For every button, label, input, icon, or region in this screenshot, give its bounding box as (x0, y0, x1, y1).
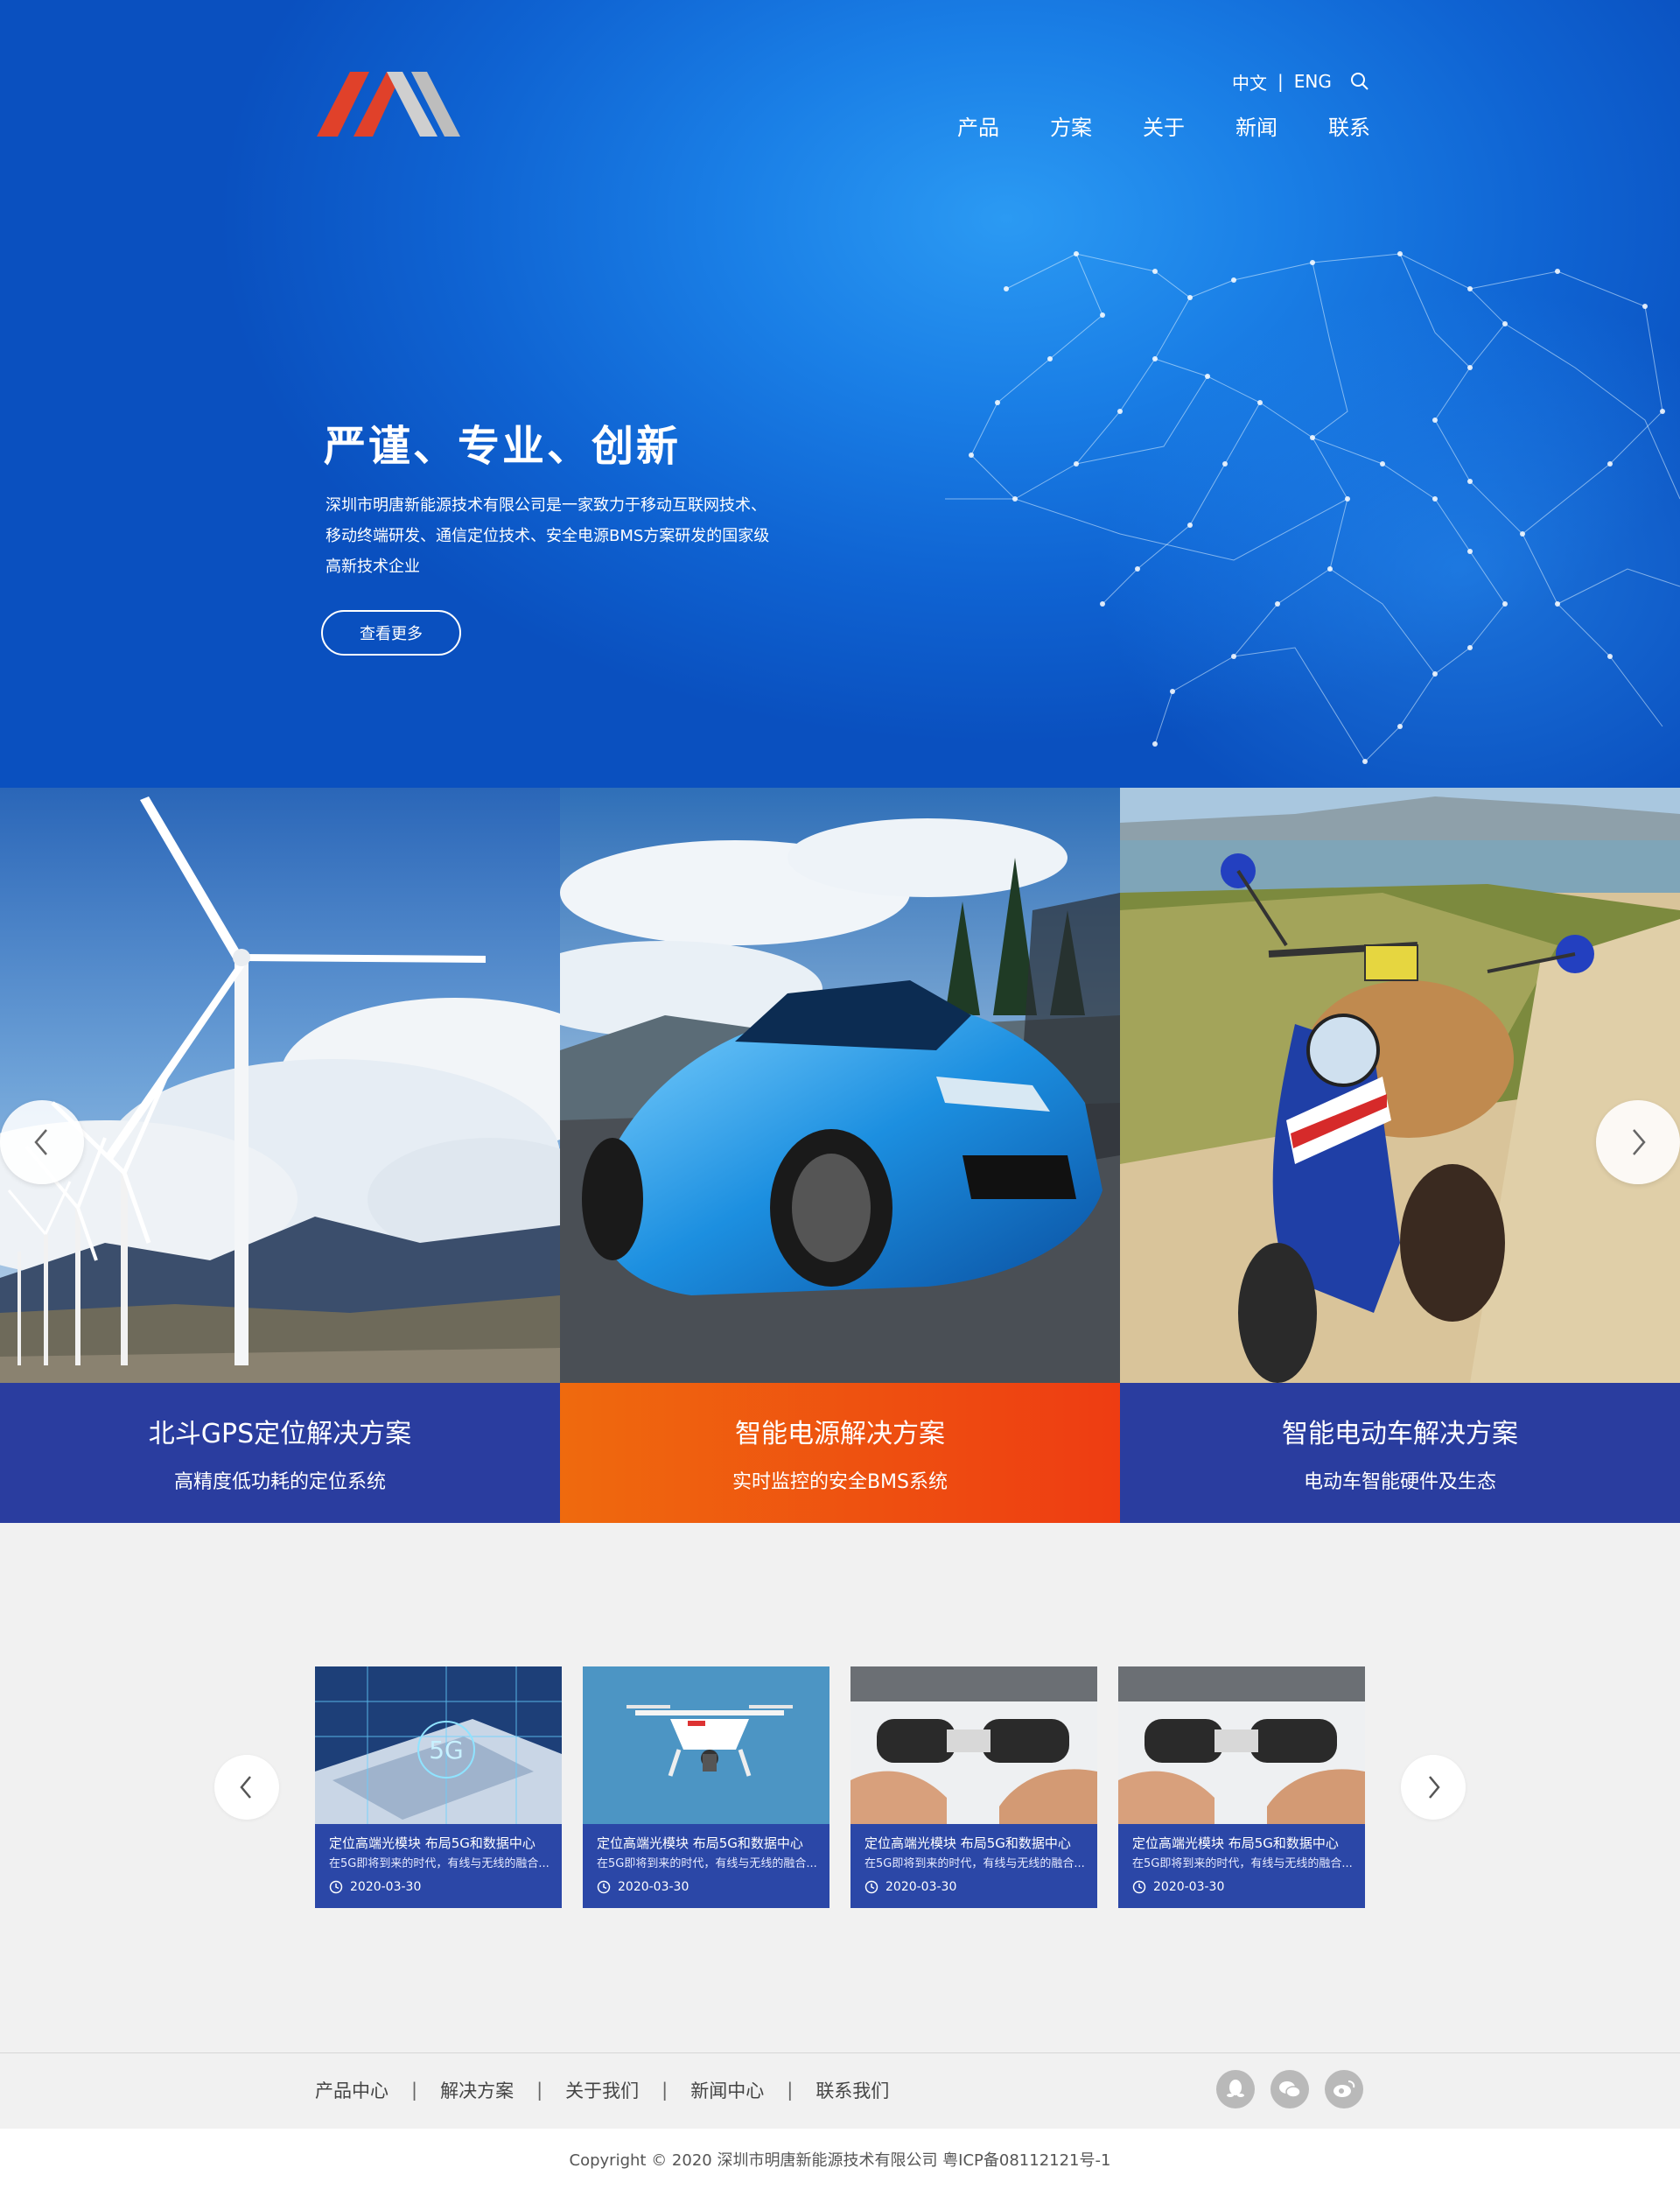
solutions-prev-button[interactable] (0, 1100, 84, 1184)
clock-icon (597, 1880, 611, 1894)
company-logo[interactable] (315, 68, 460, 138)
solution-subtitle: 实时监控的安全BMS系统 (732, 1471, 948, 1493)
clock-icon (1132, 1880, 1146, 1894)
nav-products[interactable]: 产品 (957, 110, 999, 145)
news-prev-button[interactable] (214, 1755, 279, 1820)
chevron-left-icon (34, 1129, 47, 1155)
chevron-right-icon (1633, 1129, 1646, 1155)
news-description: 在5G即将到来的时代，有线与无线的融合... (597, 1857, 817, 1870)
footer-link-solutions[interactable]: 解决方案 (440, 2077, 514, 2103)
clock-icon (329, 1880, 343, 1894)
solution-caption: 智能电动车解决方案 电动车智能硬件及生态 (1120, 1383, 1680, 1523)
wireframe-runner-graphic (945, 251, 1680, 764)
news-date: 2020-03-30 (597, 1880, 817, 1894)
solution-subtitle: 高精度低功耗的定位系统 (173, 1471, 386, 1493)
nav-solutions[interactable]: 方案 (1050, 110, 1092, 145)
lang-english[interactable]: ENG (1294, 71, 1332, 92)
news-date: 2020-03-30 (329, 1880, 550, 1894)
solution-title: 北斗GPS定位解决方案 (148, 1419, 412, 1449)
footer-separator: | (662, 2080, 668, 2101)
hero-title: 严谨、专业、创新 (324, 422, 682, 471)
news-thumbnail-5g: 5G (315, 1666, 562, 1824)
news-description: 在5G即将到来的时代，有线与无线的融合... (329, 1857, 550, 1870)
footer-link-products[interactable]: 产品中心 (315, 2077, 388, 2103)
news-title: 定位高端光模块 布局5G和数据中心 (597, 1835, 803, 1851)
news-card[interactable]: 5G 定位高端光模块 布局5G和数据中心 在5G即将到来的时代，有线与无线的融合… (315, 1666, 562, 1908)
copyright-text: Copyright © 2020 深圳市明唐新能源技术有限公司 粤ICP备081… (569, 2150, 1111, 2170)
news-thumbnail-drone (583, 1666, 830, 1824)
nav-about[interactable]: 关于 (1143, 110, 1185, 145)
copyright-bar: Copyright © 2020 深圳市明唐新能源技术有限公司 粤ICP备081… (0, 2129, 1680, 2189)
solutions-next-button[interactable] (1596, 1100, 1680, 1184)
news-card[interactable]: 定位高端光模块 布局5G和数据中心 在5G即将到来的时代，有线与无线的融合...… (583, 1666, 830, 1908)
qq-icon[interactable] (1216, 2070, 1255, 2108)
chevron-left-icon (240, 1776, 251, 1799)
footer-link-contact[interactable]: 联系我们 (816, 2077, 889, 2103)
search-icon[interactable] (1349, 71, 1370, 92)
news-next-button[interactable] (1401, 1755, 1466, 1820)
learn-more-button[interactable]: 查看更多 (321, 610, 461, 656)
news-title: 定位高端光模块 布局5G和数据中心 (329, 1835, 536, 1851)
news-thumbnail-charger (1118, 1666, 1365, 1824)
lang-chinese[interactable]: 中文 (1232, 69, 1267, 95)
lang-separator: | (1278, 71, 1284, 92)
news-date: 2020-03-30 (1132, 1880, 1353, 1894)
footer-separator: | (411, 2080, 418, 2101)
news-date-text: 2020-03-30 (350, 1880, 422, 1894)
news-date: 2020-03-30 (864, 1880, 1085, 1894)
chevron-right-icon (1429, 1776, 1440, 1799)
footer-link-news[interactable]: 新闻中心 (690, 2077, 764, 2103)
solution-card-ebike[interactable]: 智能电动车解决方案 电动车智能硬件及生态 (1120, 788, 1680, 1523)
news-title: 定位高端光模块 布局5G和数据中心 (864, 1835, 1071, 1851)
footer-nav: 产品中心 | 解决方案 | 关于我们 | 新闻中心 | 联系我们 (315, 2074, 889, 2106)
wechat-icon[interactable] (1270, 2070, 1309, 2108)
solution-caption: 北斗GPS定位解决方案 高精度低功耗的定位系统 (0, 1383, 560, 1523)
news-description: 在5G即将到来的时代，有线与无线的融合... (864, 1857, 1085, 1870)
nav-contact[interactable]: 联系 (1328, 110, 1370, 145)
svg-text:5G: 5G (429, 1736, 464, 1765)
footer-divider (0, 2052, 1680, 2053)
nav-news[interactable]: 新闻 (1236, 110, 1278, 145)
solution-subtitle: 电动车智能硬件及生态 (1303, 1471, 1496, 1493)
solution-card-gps[interactable]: 北斗GPS定位解决方案 高精度低功耗的定位系统 (0, 788, 560, 1523)
sports-car-image (560, 788, 1120, 1383)
solution-title: 智能电动车解决方案 (1282, 1419, 1518, 1449)
solution-card-power[interactable]: 智能电源解决方案 实时监控的安全BMS系统 (560, 788, 1120, 1523)
clock-icon (864, 1880, 878, 1894)
solutions-section: 北斗GPS定位解决方案 高精度低功耗的定位系统 智能电源解决方案 实时监控的安全… (0, 788, 1680, 1523)
hero-description: 深圳市明唐新能源技术有限公司是一家致力于移动互联网技术、移动终端研发、通信定位技… (326, 496, 770, 576)
news-card[interactable]: 定位高端光模块 布局5G和数据中心 在5G即将到来的时代，有线与无线的融合...… (1118, 1666, 1365, 1908)
solution-title: 智能电源解决方案 (735, 1419, 945, 1449)
news-description: 在5G即将到来的时代，有线与无线的融合... (1132, 1857, 1353, 1870)
news-title: 定位高端光模块 布局5G和数据中心 (1132, 1835, 1339, 1851)
news-date-text: 2020-03-30 (618, 1880, 690, 1894)
footer-separator: | (536, 2080, 543, 2101)
wind-turbines-image (0, 788, 560, 1383)
footer-separator: | (787, 2080, 794, 2101)
main-nav: 产品 方案 关于 新闻 联系 (957, 110, 1370, 145)
news-thumbnail-charger (850, 1666, 1097, 1824)
news-date-text: 2020-03-30 (886, 1880, 957, 1894)
solution-caption: 智能电源解决方案 实时监控的安全BMS系统 (560, 1383, 1120, 1523)
footer-link-about[interactable]: 关于我们 (565, 2077, 639, 2103)
scooter-image (1120, 788, 1680, 1383)
news-date-text: 2020-03-30 (1153, 1880, 1225, 1894)
news-card[interactable]: 定位高端光模块 布局5G和数据中心 在5G即将到来的时代，有线与无线的融合...… (850, 1666, 1097, 1908)
weibo-icon[interactable] (1325, 2070, 1363, 2108)
hero-banner: 中文 | ENG 产品 方案 关于 新闻 联系 严谨、专业、创新 深圳市明唐新能… (0, 0, 1680, 788)
language-switcher: 中文 | ENG (1232, 68, 1370, 95)
